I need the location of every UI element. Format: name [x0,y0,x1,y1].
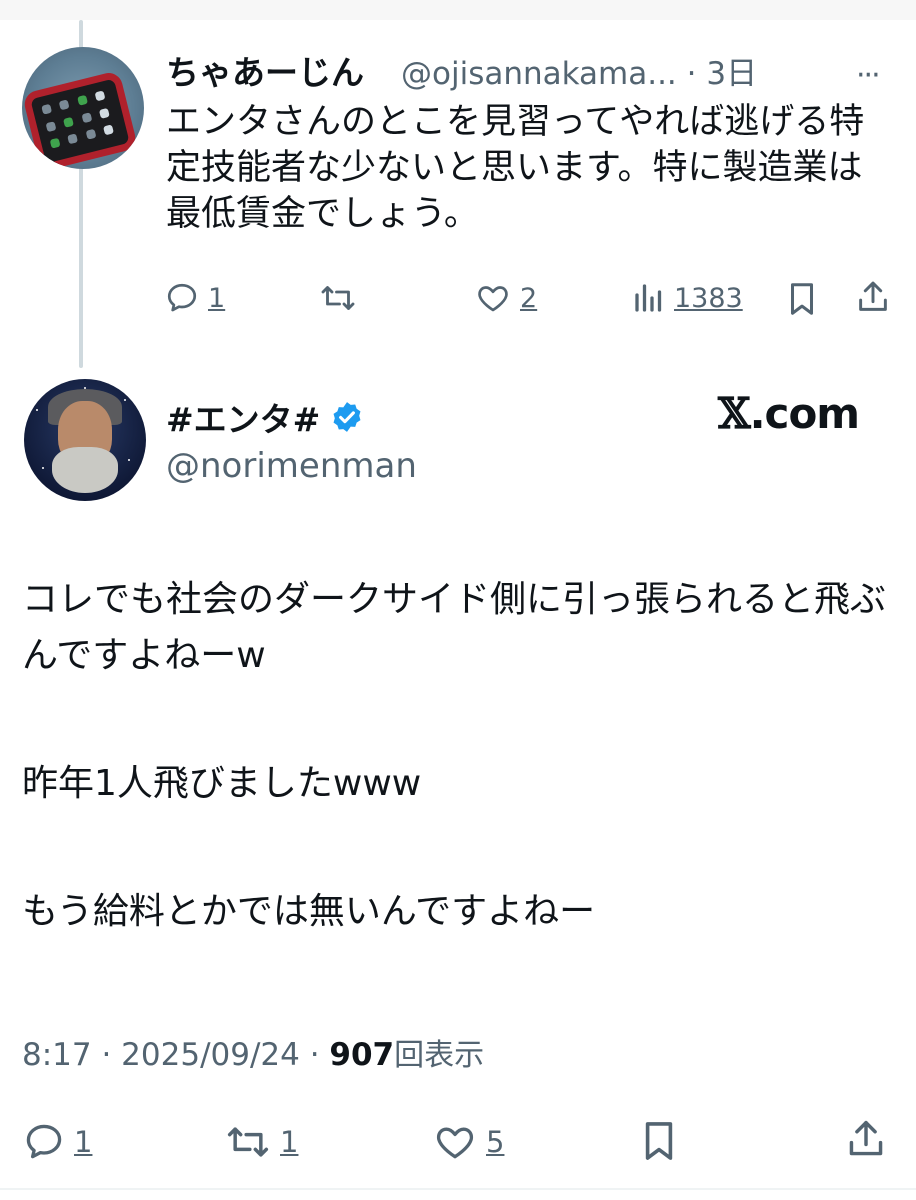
repost-icon [227,1127,269,1157]
main-author-name: #エンタ# [166,400,321,439]
repost-icon [321,286,355,310]
x-logo-icon: 𝕏 [718,389,751,438]
views-label: 回表示 [394,1038,485,1073]
views-icon [635,284,662,312]
main-reply-count: 1 [74,1125,93,1159]
main-author-name-row[interactable]: #エンタ# [166,393,364,441]
like-button[interactable]: 2 [474,280,537,316]
main-repost-button[interactable]: 1 [224,1120,298,1164]
main-text-line: コレでも社会のダークサイド側に引っ張られると飛ぶんですよねーw [22,579,887,676]
x-com-watermark: 𝕏.com [718,389,860,438]
main-body-text: コレでも社会のダークサイド側に引っ張られると飛ぶんですよねーw 昨年1人飛びまし… [22,572,902,940]
views-button[interactable]: 1383 [632,280,743,316]
share-icon [859,281,887,311]
reply-author-avatar[interactable] [22,47,144,169]
main-share-button[interactable] [846,1116,886,1162]
main-like-count: 5 [486,1125,505,1159]
verified-badge-icon [333,402,361,432]
like-count: 2 [520,282,538,314]
phone-image [22,70,139,169]
bottom-divider [0,1188,916,1190]
reply-handle-time[interactable]: @ojisannakama... · 3日 [401,48,757,93]
main-view-count: 907 [329,1037,395,1073]
share-button[interactable] [856,278,890,316]
reply-count: 1 [208,282,226,314]
repost-button[interactable] [318,280,358,316]
reply-author-name[interactable]: ちゃあーじん [166,46,364,94]
main-bookmark-button[interactable] [640,1118,678,1164]
like-icon [478,286,508,312]
main-like-button[interactable]: 5 [432,1120,504,1164]
bookmark-button[interactable] [786,280,818,318]
more-icon[interactable]: ··· [856,58,881,93]
bookmark-icon [645,1122,673,1160]
reply-icon [26,1124,62,1159]
reply-body-text: エンタさんのとこを見習ってやれば逃げる特定技能者な少ないと思います。特に製造業は… [166,102,865,234]
x-com-label: .com [749,389,860,438]
view-count: 1383 [674,282,743,314]
bookmark-icon [790,283,814,315]
like-icon [436,1127,474,1159]
reply-button[interactable]: 1 [164,280,225,316]
top-strip [0,0,916,20]
reply-icon [167,283,197,312]
main-author-handle[interactable]: @norimenman [166,446,417,486]
main-timestamp-row: 8:17 · 2025/09/24 · 907回表示 [22,1030,484,1074]
main-time[interactable]: 8:17 · 2025/09/24 · [22,1037,329,1073]
share-icon [849,1120,883,1156]
main-author-avatar[interactable] [24,379,146,501]
main-reply-button[interactable]: 1 [22,1120,92,1164]
main-text-line: 昨年1人飛びましたwww [22,763,422,804]
main-text-line: もう給料とかでは無いんですよねー [22,891,596,932]
main-repost-count: 1 [280,1125,299,1159]
